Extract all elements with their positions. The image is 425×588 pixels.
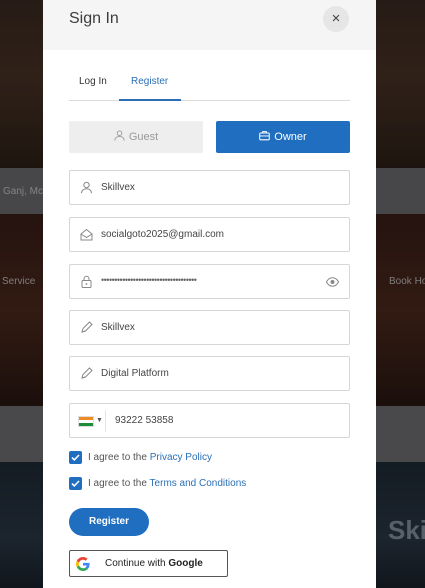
privacy-checkbox[interactable] (69, 451, 82, 464)
tab-register[interactable]: Register (131, 76, 168, 87)
sign-in-modal: Sign In × Log In Register Guest Owner Sk… (43, 0, 376, 588)
terms-link[interactable]: Terms and Conditions (150, 478, 247, 489)
active-tab-indicator (119, 99, 181, 101)
briefcase-icon (259, 131, 271, 141)
check-icon (71, 454, 80, 462)
guest-role-label: Guest (128, 131, 159, 143)
terms-checkbox[interactable] (69, 477, 82, 490)
close-button[interactable]: × (323, 6, 349, 32)
privacy-prefix: I agree to the (88, 452, 147, 463)
password-value: •••••••••••••••••••••••••••••••••••• (101, 275, 197, 285)
register-button[interactable]: Register (69, 508, 149, 536)
name-value: Skillvex (101, 182, 135, 193)
modal-title: Sign In (69, 10, 119, 27)
user-icon (114, 130, 125, 141)
auth-tabs: Log In Register (69, 66, 350, 101)
chevron-down-icon[interactable]: ▼ (96, 417, 103, 424)
google-brand: Google (168, 558, 203, 569)
eye-icon[interactable] (326, 276, 339, 288)
user-icon (81, 181, 92, 194)
google-sign-in-button[interactable]: Continue with Google (69, 550, 228, 577)
google-prefix: Continue with (105, 558, 166, 569)
guest-role-button[interactable]: Guest (69, 121, 203, 153)
business-type-field[interactable]: Digital Platform (69, 356, 350, 391)
business-type-value: Digital Platform (101, 368, 169, 379)
tab-log-in[interactable]: Log In (79, 76, 107, 87)
terms-prefix: I agree to the (88, 478, 147, 489)
envelope-open-icon (80, 228, 93, 241)
pencil-icon (81, 321, 93, 333)
google-button-label: Continue with Google (105, 558, 203, 569)
company-value: Skillvex (101, 322, 135, 333)
google-icon (76, 557, 90, 571)
divider (105, 410, 106, 432)
company-field[interactable]: Skillvex (69, 310, 350, 345)
lock-icon (81, 275, 92, 288)
privacy-agreement: I agree to the Privacy Policy (88, 452, 212, 463)
phone-field[interactable]: ▼ 93222 53858 (69, 403, 350, 438)
email-value: socialgoto2025@gmail.com (101, 229, 224, 240)
india-flag-icon[interactable] (78, 416, 94, 427)
check-icon (71, 480, 80, 488)
terms-agreement: I agree to the Terms and Conditions (88, 478, 246, 489)
privacy-policy-link[interactable]: Privacy Policy (150, 452, 212, 463)
password-field[interactable]: •••••••••••••••••••••••••••••••••••• (69, 264, 350, 299)
phone-value: 93222 53858 (115, 415, 174, 426)
owner-role-label: Owner (274, 131, 307, 143)
name-field[interactable]: Skillvex (69, 170, 350, 205)
pencil-icon (81, 367, 93, 379)
owner-role-button[interactable]: Owner (216, 121, 350, 153)
email-field[interactable]: socialgoto2025@gmail.com (69, 217, 350, 252)
modal-header: Sign In × (43, 0, 376, 50)
